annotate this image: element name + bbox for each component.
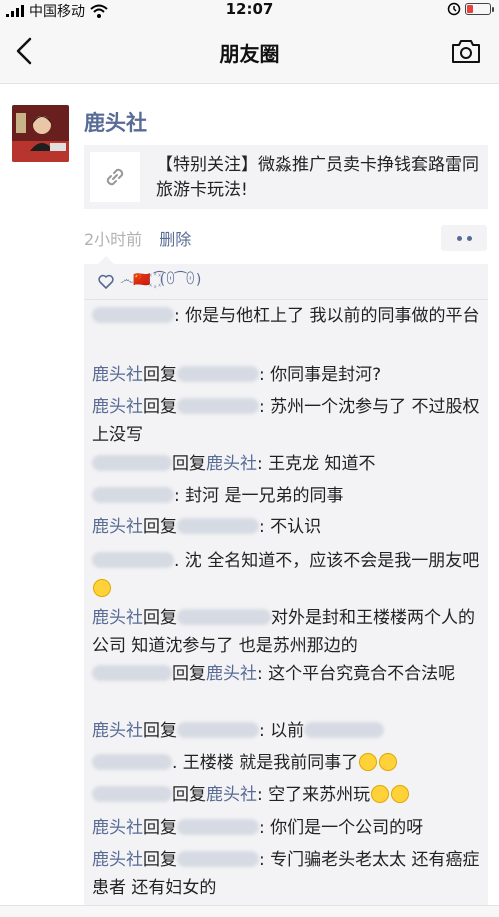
more-icon: [456, 235, 462, 241]
comment-item[interactable]: 鹿头社回复 : 不认识: [92, 513, 484, 541]
comment-text: : 你同事是封河?: [259, 365, 382, 385]
comment-item[interactable]: : 你是与他杠上了 我以前的同事做的平台: [92, 302, 484, 330]
blurred-name: [92, 552, 174, 568]
status-right: [447, 2, 494, 16]
blurred-name: [177, 722, 259, 738]
blurred-name: [177, 609, 271, 625]
comment-author[interactable]: 鹿头社: [92, 850, 143, 870]
comment-item[interactable]: . 沈 全名知道不，应该不会是我一朋友吧: [92, 547, 484, 603]
status-bar: 中国移动 12:07: [0, 0, 499, 20]
reply-label: 回复: [143, 608, 177, 628]
emoji-icon: [359, 753, 378, 771]
reply-label: 回复: [143, 818, 177, 838]
nav-bar: 朋友圈: [0, 20, 499, 84]
blurred-name: [92, 487, 174, 503]
blurred-name: [177, 819, 259, 835]
comment-text: . 王楼楼 就是我前同事了: [172, 753, 359, 773]
comment-author[interactable]: 鹿头社: [92, 818, 143, 838]
comments-panel: ෴🇨🇳 ꙰ ͡(ꏿ ͡ ꏿ) : 你是与他杠上了 我以前的同事做的平台 鹿头社回…: [84, 256, 488, 917]
comment-author[interactable]: 鹿头社: [92, 608, 143, 628]
link-thumbnail: [90, 152, 140, 202]
comment-author[interactable]: 鹿头社: [92, 397, 143, 417]
blurred-name: [177, 398, 259, 414]
comment-item[interactable]: 鹿头社回复 : 你同事是封河?: [92, 361, 484, 389]
link-title: 【特别关注】微淼推广员卖卡挣钱套路雷同旅游卡玩法!: [156, 155, 479, 200]
blurred-name: [92, 307, 174, 323]
camera-button[interactable]: [451, 38, 481, 66]
comment-item[interactable]: 鹿头社回复 : 以前: [92, 717, 484, 745]
blurred-name: [92, 455, 172, 471]
post-meta: 2小时前 删除: [84, 226, 191, 250]
page-title: 朋友圈: [219, 42, 280, 66]
reply-label: 回复: [143, 517, 177, 537]
post-author[interactable]: 鹿头社: [84, 107, 147, 137]
reply-label: 回复: [143, 397, 177, 417]
reply-label: 回复: [172, 664, 206, 684]
comment-item[interactable]: 鹿头社回复 : 你们是一个公司的呀: [92, 814, 484, 842]
reply-label: 回复: [172, 785, 206, 805]
comment-author[interactable]: 鹿头社: [92, 517, 143, 537]
comment-reply-target[interactable]: 鹿头社: [206, 664, 257, 684]
comment-item[interactable]: 回复鹿头社: 这个平台究竟合不合法呢: [92, 660, 484, 688]
reply-label: 回复: [172, 454, 206, 474]
heart-icon: [98, 274, 114, 289]
comment-author[interactable]: 鹿头社: [92, 721, 143, 741]
post-time: 2小时前: [84, 230, 143, 249]
blurred-name: [177, 518, 259, 534]
blurred-name: [92, 665, 172, 681]
comment-text: . 沈 全名知道不，应该不会是我一朋友吧: [174, 551, 480, 571]
comment-item[interactable]: . 王楼楼 就是我前同事了: [92, 749, 484, 777]
emoji-icon: [371, 785, 390, 803]
comment-item[interactable]: 回复鹿头社: 王克龙 知道不: [92, 450, 484, 478]
comment-text: : 这个平台究竟合不合法呢: [257, 664, 456, 684]
battery-icon: [465, 3, 494, 15]
blurred-name: [92, 754, 172, 770]
comment-text: : 王克龙 知道不: [257, 454, 376, 474]
bottom-toolbar: [0, 905, 499, 917]
comment-item[interactable]: 鹿头社回复: 专门骗老头老太太 还有癌症患者 还有妇女的: [92, 846, 484, 902]
avatar[interactable]: [12, 105, 69, 162]
reply-label: 回复: [143, 850, 177, 870]
comment-text: : 以前: [259, 721, 305, 741]
more-icon-dot: [466, 235, 472, 241]
emoji-icon: [93, 579, 111, 597]
shared-link-card[interactable]: 【特别关注】微淼推广员卖卡挣钱套路雷同旅游卡玩法!: [84, 145, 488, 209]
camera-icon: [452, 40, 480, 63]
emoji-icon: [391, 785, 410, 803]
blurred-text: [304, 722, 385, 738]
blurred-name: [92, 786, 172, 802]
reply-label: 回复: [143, 365, 177, 385]
like-names[interactable]: ෴🇨🇳 ꙰ ͡(ꏿ ͡ ꏿ): [120, 270, 201, 289]
status-time: 12:07: [225, 0, 274, 18]
delete-link[interactable]: 删除: [159, 230, 191, 249]
comment-reply-target[interactable]: 鹿头社: [206, 785, 257, 805]
more-button[interactable]: [441, 225, 487, 251]
link-icon: [106, 168, 124, 186]
comment-item[interactable]: : 封河 是一兄弟的同事: [92, 482, 484, 510]
comment-text: : 你是与他杠上了 我以前的同事做的平台: [174, 306, 480, 326]
comment-text: : 封河 是一兄弟的同事: [174, 486, 344, 506]
blurred-name: [177, 366, 259, 382]
comment-item[interactable]: 回复鹿头社: 空了来苏州玩: [92, 781, 484, 809]
comment-text: : 你们是一个公司的呀: [259, 818, 424, 838]
comment-text: : 空了来苏州玩: [257, 785, 371, 805]
blurred-name: [177, 851, 259, 867]
comment-item[interactable]: 鹿头社回复 对外是封和王楼楼两个人的公司 知道沈参与了 也是苏州那边的: [92, 604, 484, 660]
comment-author[interactable]: 鹿头社: [92, 365, 143, 385]
reply-label: 回复: [143, 721, 177, 741]
emoji-icon: [379, 753, 398, 771]
alarm-icon: [447, 2, 461, 16]
likes-row: ෴🇨🇳 ꙰ ͡(ꏿ ͡ ꏿ): [84, 264, 488, 300]
comment-reply-target[interactable]: 鹿头社: [206, 454, 257, 474]
comment-item[interactable]: 鹿头社回复: 苏州一个沈参与了 不过股权上没写: [92, 393, 484, 449]
comment-text: : 不认识: [259, 517, 322, 537]
